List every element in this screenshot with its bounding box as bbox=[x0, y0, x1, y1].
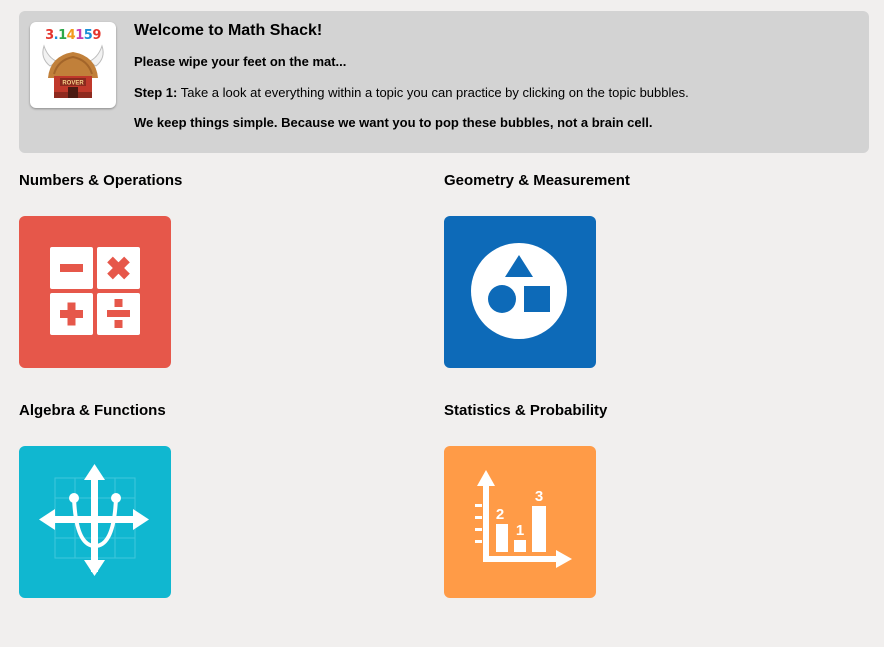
bar-label: 3 bbox=[535, 488, 543, 505]
geometry-measurement-button[interactable] bbox=[444, 216, 596, 368]
step-label: Step 1: bbox=[134, 85, 178, 100]
subtitle: Please wipe your feet on the mat... bbox=[134, 54, 347, 69]
logo-digit: 5 bbox=[83, 28, 93, 43]
bar-chart-icon: 2 1 3 bbox=[475, 470, 572, 568]
banner-text: Welcome to Math Shack! Please wipe your … bbox=[134, 21, 854, 130]
bar-label: 1 bbox=[516, 522, 524, 539]
shapes-icon bbox=[471, 243, 567, 339]
logo-digits: 3.14159 bbox=[30, 28, 116, 43]
numbers-operations-button[interactable] bbox=[19, 216, 171, 368]
algebra-functions-button[interactable] bbox=[19, 446, 171, 598]
welcome-banner: 3.14159 ROVER Welcome to Math Shack! Ple… bbox=[19, 11, 869, 153]
logo-digit: 4 bbox=[66, 28, 76, 43]
bar-label: 2 bbox=[496, 506, 504, 523]
topic-title: Geometry & Measurement bbox=[444, 172, 630, 189]
statistics-probability-button[interactable]: 2 1 3 bbox=[444, 446, 596, 598]
logo-digit: 9 bbox=[92, 28, 101, 43]
logo-digit: 1 bbox=[75, 28, 84, 43]
math-shack-logo-icon: 3.14159 ROVER bbox=[30, 22, 116, 108]
calculator-icon bbox=[50, 247, 140, 335]
graph-axes-icon bbox=[39, 464, 149, 576]
logo-digit: 1 bbox=[58, 28, 67, 43]
instructions: Step 1: Take a look at everything within… bbox=[134, 84, 689, 101]
tagline: We keep things simple. Because we want y… bbox=[134, 115, 653, 130]
step-text: Take a look at everything within a topic… bbox=[177, 85, 689, 100]
topic-title: Statistics & Probability bbox=[444, 402, 608, 419]
topic-title: Algebra & Functions bbox=[19, 402, 166, 419]
topic-title: Numbers & Operations bbox=[19, 172, 183, 189]
logo-sign-text: ROVER bbox=[62, 81, 84, 87]
logo-digit: 3 bbox=[45, 28, 54, 43]
page-title: Welcome to Math Shack! bbox=[134, 22, 323, 39]
